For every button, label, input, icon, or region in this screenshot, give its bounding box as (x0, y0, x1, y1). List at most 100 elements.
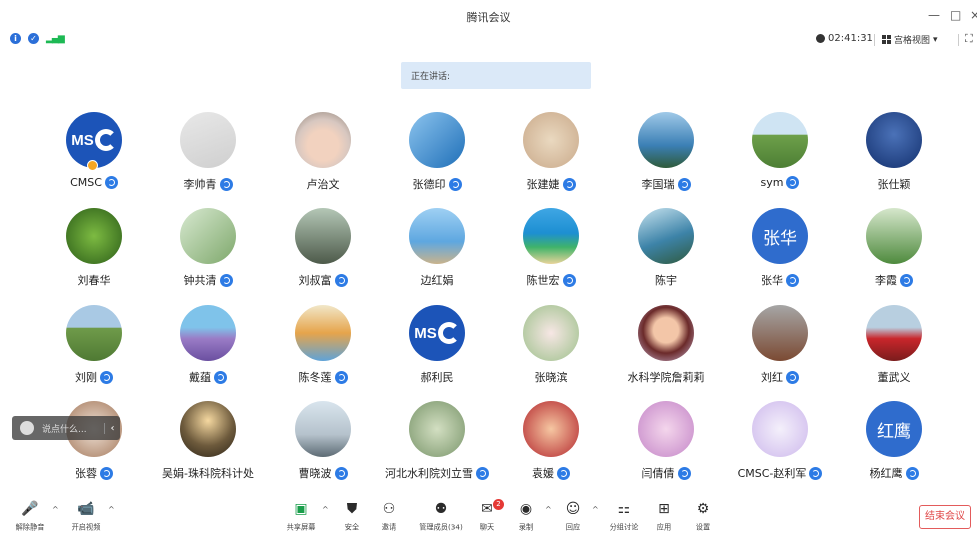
participant-avatar[interactable] (180, 305, 236, 361)
participant-avatar[interactable]: MS (409, 305, 465, 361)
participant-avatar[interactable] (295, 305, 351, 361)
reaction-options-caret[interactable]: ^ (592, 505, 599, 514)
participant-avatar[interactable] (638, 112, 694, 168)
audio-options-caret[interactable]: ^ (52, 505, 59, 514)
participant-tile[interactable]: 张晓滨 (494, 305, 608, 397)
participant-tile[interactable]: 张建婕 (494, 112, 608, 204)
participant-tile[interactable]: 陈世宏 (494, 208, 608, 300)
participant-tile[interactable]: 卢治文 (266, 112, 380, 204)
participant-avatar[interactable] (866, 305, 922, 361)
participant-tile[interactable]: 李霞 (837, 208, 951, 300)
info-icon[interactable]: i (10, 33, 21, 44)
participant-name: 张德印 (412, 178, 446, 191)
participant-avatar[interactable] (523, 401, 579, 457)
participant-avatar[interactable] (295, 112, 351, 168)
participant-avatar[interactable] (638, 401, 694, 457)
participant-avatar[interactable] (638, 208, 694, 264)
participant-tile[interactable]: 刘春华 (37, 208, 151, 300)
chevron-down-icon: ▾ (933, 34, 938, 45)
participant-tile[interactable]: CMSC-赵利军 (723, 401, 837, 493)
participant-avatar[interactable] (523, 112, 579, 168)
participant-tile[interactable]: 刘叔富 (266, 208, 380, 300)
invite-button[interactable]: ⚇ 邀请 (369, 501, 409, 533)
participant-avatar[interactable] (295, 208, 351, 264)
share-options-caret[interactable]: ^ (322, 505, 329, 514)
network-signal-icon[interactable]: ▂▄▆ (46, 34, 65, 44)
participant-avatar[interactable] (66, 305, 122, 361)
participant-avatar[interactable] (866, 208, 922, 264)
participant-avatar[interactable] (638, 305, 694, 361)
members-icon: ⚉ (434, 501, 448, 517)
participant-tile[interactable]: 戴蕴 (151, 305, 265, 397)
manage-members-button[interactable]: ⚉ 管理成员(34) (416, 501, 466, 533)
share-screen-button[interactable]: ▣ 共享屏幕 (281, 501, 321, 533)
participant-avatar[interactable] (295, 401, 351, 457)
participant-tile[interactable]: 张华 张华 (723, 208, 837, 300)
minimize-button[interactable]: — (928, 8, 940, 22)
maximize-button[interactable]: □ (950, 8, 961, 22)
record-options-caret[interactable]: ^ (545, 505, 552, 514)
participant-avatar[interactable]: 红鹰 (866, 401, 922, 457)
settings-button[interactable]: ⚙ 设置 (683, 501, 723, 533)
settings-label: 设置 (695, 523, 711, 532)
breakout-rooms-button[interactable]: ⚏ 分组讨论 (604, 501, 644, 533)
participant-name-row: 刘叔富 (266, 272, 380, 288)
participant-tile[interactable]: 董武义 (837, 305, 951, 397)
participant-tile[interactable]: 刘红 (723, 305, 837, 397)
participant-tile[interactable]: MS CMSC (37, 112, 151, 204)
reaction-button[interactable]: ☺ 回应 (553, 501, 593, 533)
participant-tile[interactable]: 吴娟-珠科院科计处 (151, 401, 265, 493)
security-button[interactable]: ⛊ 安全 (332, 501, 372, 533)
participant-avatar[interactable] (752, 112, 808, 168)
participant-avatar[interactable] (523, 208, 579, 264)
participant-tile[interactable]: 刘刚 (37, 305, 151, 397)
participant-tile[interactable]: 张德印 (380, 112, 494, 204)
participant-tile[interactable]: 李国瑞 (609, 112, 723, 204)
view-switch-button[interactable]: 宫格视图 ▾ (882, 33, 938, 46)
participant-avatar[interactable] (180, 401, 236, 457)
collapse-icon[interactable]: ‹ (104, 422, 120, 434)
invite-user-icon: ⚇ (382, 501, 396, 517)
participant-tile[interactable]: 水科学院詹莉莉 (609, 305, 723, 397)
participant-tile[interactable]: MS 郝利民 (380, 305, 494, 397)
participant-avatar[interactable] (752, 401, 808, 457)
participant-avatar[interactable] (180, 208, 236, 264)
verified-badge-icon (786, 273, 799, 287)
record-button[interactable]: ◉ 录制 (506, 501, 546, 533)
participant-tile[interactable]: 张仕颖 (837, 112, 951, 204)
video-options-caret[interactable]: ^ (108, 505, 115, 514)
apps-button[interactable]: ⊞ 应用 (644, 501, 684, 533)
participant-name-row: 陈宇 (609, 272, 723, 288)
close-button[interactable]: × (970, 8, 977, 22)
participant-tile[interactable]: 曹晓波 (266, 401, 380, 493)
end-meeting-button[interactable]: 结束会议 (919, 505, 971, 529)
participant-tile[interactable]: 红鹰 杨红鹰 (837, 401, 951, 493)
participant-tile[interactable]: 张蓉 (37, 401, 151, 493)
participant-avatar[interactable] (523, 305, 579, 361)
participant-avatar[interactable] (409, 401, 465, 457)
participant-tile[interactable]: 边红娟 (380, 208, 494, 300)
participant-tile[interactable]: 李帅青 (151, 112, 265, 204)
chat-placeholder[interactable]: 说点什么... (42, 422, 104, 435)
chat-button[interactable]: ✉ 2 聊天 (467, 499, 507, 533)
participant-tile[interactable]: 闫倩倩 (609, 401, 723, 493)
unmute-button[interactable]: 🎤 解除静音 (10, 501, 50, 533)
participant-avatar[interactable] (866, 112, 922, 168)
security-shield-icon[interactable]: ✓ (28, 33, 39, 44)
participant-avatar[interactable] (409, 208, 465, 264)
participant-avatar[interactable]: 张华 (752, 208, 808, 264)
participant-tile[interactable]: 河北水利院刘立雪 (380, 401, 494, 493)
participant-avatar[interactable] (180, 112, 236, 168)
chat-quick-input[interactable]: 说点什么... ‹ (12, 416, 120, 440)
participant-avatar[interactable] (66, 208, 122, 264)
start-video-button[interactable]: 📹 开启视频 (66, 501, 106, 533)
participant-tile[interactable]: 袁媛 (494, 401, 608, 493)
participant-tile[interactable]: 陈宇 (609, 208, 723, 300)
participant-avatar[interactable] (752, 305, 808, 361)
participant-tile[interactable]: sym (723, 112, 837, 204)
fullscreen-icon[interactable]: ⛶ (965, 32, 973, 46)
participant-tile[interactable]: 陈冬莲 (266, 305, 380, 397)
participant-tile[interactable]: 钟共清 (151, 208, 265, 300)
participant-avatar[interactable] (409, 112, 465, 168)
cmsc-logo-icon (437, 322, 460, 344)
